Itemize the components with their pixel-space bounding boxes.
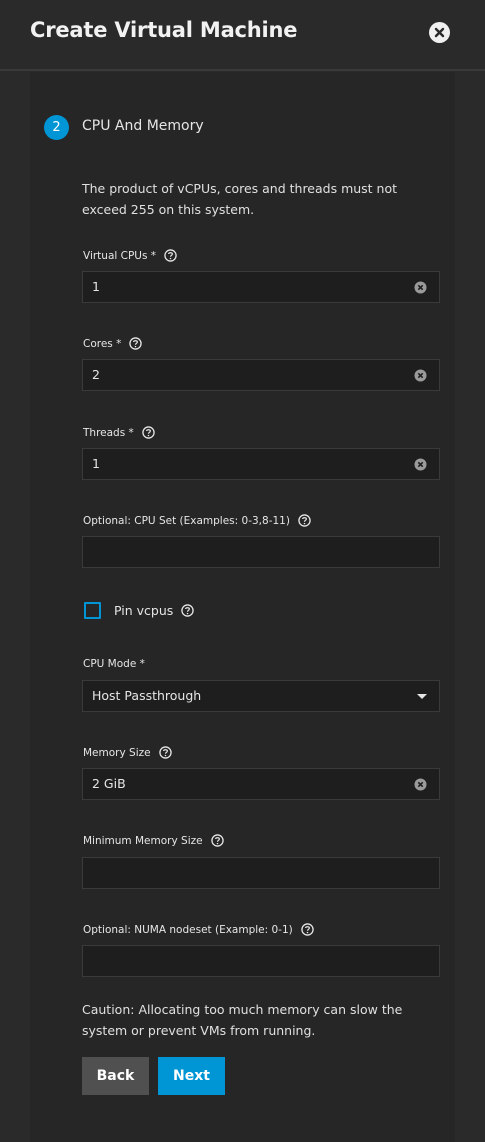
cores-input[interactable]: 2 bbox=[82, 359, 440, 391]
dialog-title: Create Virtual Machine bbox=[30, 18, 298, 42]
cores-value: 2 bbox=[92, 367, 100, 382]
next-button[interactable]: Next bbox=[158, 1057, 225, 1095]
clear-icon[interactable] bbox=[414, 778, 427, 791]
step-title: CPU And Memory bbox=[82, 118, 204, 134]
min-memory-label-text: Minimum Memory Size bbox=[83, 834, 203, 847]
min-memory-input[interactable] bbox=[82, 857, 440, 889]
cores-label-text: Cores * bbox=[83, 337, 122, 350]
dialog-header: Create Virtual Machine bbox=[0, 0, 485, 71]
cpu-mode-select[interactable]: Host Passthrough bbox=[82, 680, 440, 712]
vcpus-label-text: Virtual CPUs * bbox=[83, 249, 157, 262]
help-icon[interactable] bbox=[129, 337, 143, 350]
back-button[interactable]: Back bbox=[82, 1057, 149, 1095]
memory-size-value: 2 GiB bbox=[92, 776, 126, 791]
threads-label: Threads * bbox=[83, 426, 155, 439]
cpuset-label: Optional: CPU Set (Examples: 0-3,8-11) bbox=[83, 514, 311, 527]
threads-label-text: Threads * bbox=[83, 426, 134, 439]
memory-size-label: Memory Size bbox=[83, 746, 172, 759]
help-icon[interactable] bbox=[210, 834, 224, 847]
clear-icon[interactable] bbox=[414, 369, 427, 382]
cpu-limit-info: The product of vCPUs, cores and threads … bbox=[82, 181, 398, 217]
numa-label-text: Optional: NUMA nodeset (Example: 0-1) bbox=[83, 923, 293, 936]
help-icon[interactable] bbox=[301, 923, 314, 936]
help-icon[interactable] bbox=[142, 426, 155, 439]
numa-input[interactable] bbox=[82, 945, 440, 977]
pin-vcpus-label: Pin vcpus bbox=[114, 603, 195, 618]
threads-value: 1 bbox=[92, 456, 100, 471]
vcpus-value: 1 bbox=[92, 279, 100, 294]
cores-label: Cores * bbox=[83, 337, 143, 350]
numa-label: Optional: NUMA nodeset (Example: 0-1) bbox=[83, 923, 314, 936]
step-number-badge: 2 bbox=[44, 115, 69, 140]
pin-vcpus-checkbox[interactable] bbox=[84, 602, 101, 619]
pin-vcpus-label-text: Pin vcpus bbox=[114, 603, 174, 618]
cpu-mode-label: CPU Mode * bbox=[83, 658, 145, 670]
memory-caution: Caution: Allocating too much memory can … bbox=[82, 1002, 403, 1038]
min-memory-label: Minimum Memory Size bbox=[83, 834, 224, 847]
clear-icon[interactable] bbox=[414, 458, 427, 471]
cpuset-label-text: Optional: CPU Set (Examples: 0-3,8-11) bbox=[83, 514, 290, 527]
clear-icon[interactable] bbox=[414, 281, 427, 294]
cpuset-input[interactable] bbox=[82, 536, 440, 568]
close-icon[interactable] bbox=[429, 22, 450, 43]
memory-size-input[interactable]: 2 GiB bbox=[82, 768, 440, 800]
threads-input[interactable]: 1 bbox=[82, 448, 440, 480]
vcpus-label: Virtual CPUs * bbox=[83, 249, 177, 262]
help-icon[interactable] bbox=[164, 249, 177, 262]
memory-size-label-text: Memory Size bbox=[83, 746, 151, 759]
cpu-mode-value: Host Passthrough bbox=[92, 688, 202, 703]
vcpus-input[interactable]: 1 bbox=[82, 271, 440, 303]
help-icon[interactable] bbox=[181, 604, 195, 617]
help-icon[interactable] bbox=[158, 746, 172, 759]
chevron-down-icon bbox=[417, 694, 427, 699]
cpu-mode-label-text: CPU Mode * bbox=[83, 658, 145, 670]
help-icon[interactable] bbox=[298, 514, 311, 527]
